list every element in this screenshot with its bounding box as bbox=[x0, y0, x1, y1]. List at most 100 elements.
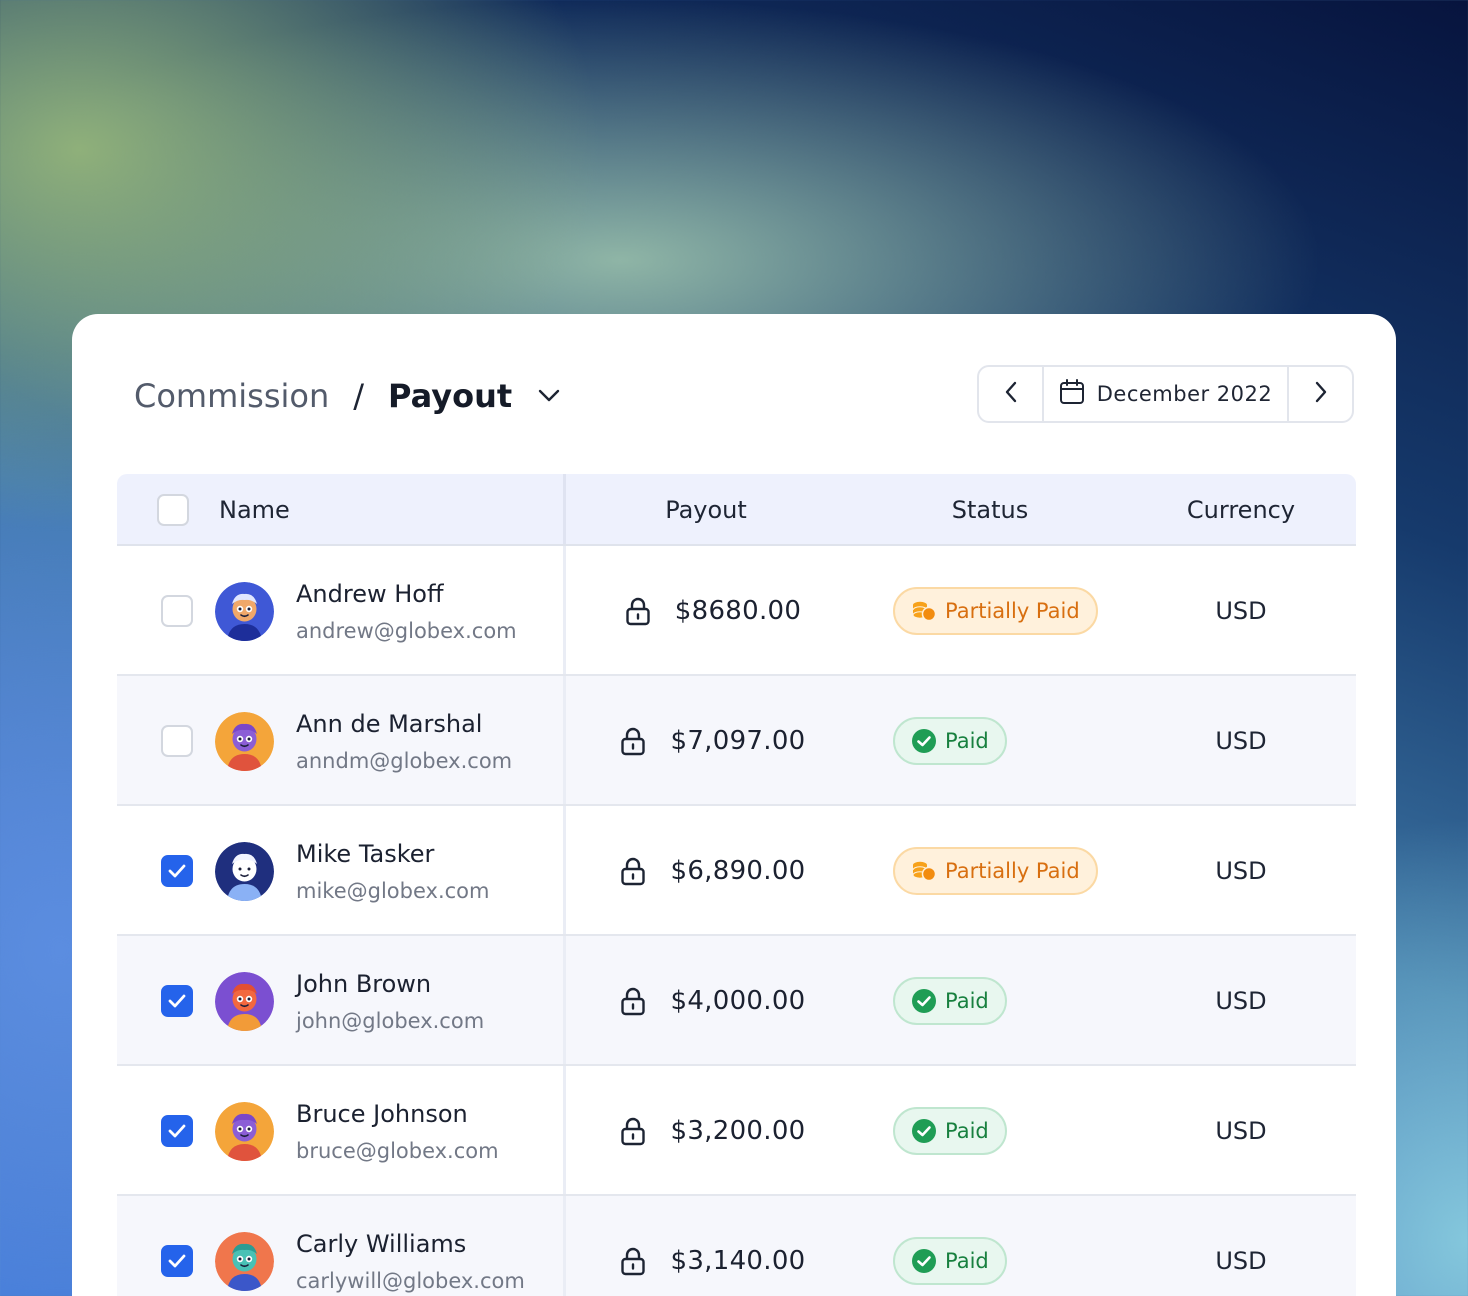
currency-cell: USD bbox=[1215, 1247, 1267, 1275]
breadcrumb-commission[interactable]: Commission bbox=[134, 377, 329, 415]
lock-icon bbox=[620, 1246, 646, 1276]
lock-icon bbox=[620, 986, 646, 1016]
status-badge: Partially Paid bbox=[893, 847, 1098, 895]
person-name[interactable]: Mike Tasker bbox=[296, 840, 434, 868]
check-icon bbox=[168, 1254, 186, 1268]
payout-card: Commission / Payout December 2022 Name P… bbox=[72, 314, 1396, 1296]
payout-amount: $3,140.00 bbox=[670, 1246, 806, 1276]
payout-amount: $6,890.00 bbox=[670, 856, 806, 886]
avatar bbox=[215, 1232, 274, 1291]
avatar bbox=[215, 972, 274, 1031]
row-checkbox[interactable] bbox=[161, 985, 193, 1017]
person-name[interactable]: Ann de Marshal bbox=[296, 710, 482, 738]
prev-month-button[interactable] bbox=[979, 367, 1042, 421]
table-row[interactable]: Andrew Hoff andrew@globex.com $8680.00 Part… bbox=[117, 546, 1356, 676]
status-badge: Paid bbox=[893, 977, 1007, 1025]
breadcrumb-payout: Payout bbox=[388, 377, 513, 415]
next-month-button[interactable] bbox=[1289, 367, 1352, 421]
payout-amount: $8680.00 bbox=[674, 596, 802, 626]
check-icon bbox=[168, 1124, 186, 1138]
payout-table: Name Payout Status Currency Andrew Hoff a… bbox=[117, 474, 1356, 1296]
payout-cell: $7,097.00 bbox=[563, 676, 863, 806]
payout-cell: $4,000.00 bbox=[563, 936, 863, 1066]
column-header-status[interactable]: Status bbox=[893, 474, 1087, 546]
currency-cell: USD bbox=[1215, 857, 1267, 885]
status-label: Partially Paid bbox=[945, 859, 1080, 883]
row-checkbox[interactable] bbox=[161, 1245, 193, 1277]
check-icon bbox=[168, 864, 186, 878]
person-name[interactable]: Carly Williams bbox=[296, 1230, 466, 1258]
currency-cell: USD bbox=[1215, 1117, 1267, 1145]
person-name[interactable]: Bruce Johnson bbox=[296, 1100, 468, 1128]
select-all-checkbox[interactable] bbox=[157, 494, 189, 526]
person-email: andrew@globex.com bbox=[296, 619, 517, 643]
lock-icon bbox=[620, 856, 646, 886]
coins-icon bbox=[911, 860, 937, 882]
row-checkbox[interactable] bbox=[161, 725, 193, 757]
table-row[interactable]: Mike Tasker mike@globex.com $6,890.00 Parti… bbox=[117, 806, 1356, 936]
check-circle-icon bbox=[911, 728, 937, 754]
payout-cell: $3,200.00 bbox=[563, 1066, 863, 1196]
person-email: carlywill@globex.com bbox=[296, 1269, 525, 1293]
lock-icon bbox=[620, 726, 646, 756]
check-icon bbox=[168, 994, 186, 1008]
currency-cell: USD bbox=[1215, 597, 1267, 625]
status-cell: Partially Paid bbox=[893, 806, 1098, 936]
lock-icon bbox=[625, 596, 651, 626]
column-header-payout[interactable]: Payout bbox=[563, 474, 849, 546]
month-navigator: December 2022 bbox=[977, 365, 1354, 423]
person-name[interactable]: Andrew Hoff bbox=[296, 580, 444, 608]
month-picker-button[interactable]: December 2022 bbox=[1042, 367, 1289, 421]
row-checkbox[interactable] bbox=[161, 1115, 193, 1147]
status-label: Paid bbox=[945, 989, 989, 1013]
chevron-right-icon bbox=[1314, 380, 1328, 408]
table-row[interactable]: Carly Williams carlywill@globex.com $3,140… bbox=[117, 1196, 1356, 1296]
column-header-name[interactable]: Name bbox=[219, 474, 290, 546]
avatar bbox=[215, 1102, 274, 1161]
table-row[interactable]: Bruce Johnson bruce@globex.com $3,200.00 Pa… bbox=[117, 1066, 1356, 1196]
status-cell: Partially Paid bbox=[893, 546, 1098, 676]
status-cell: Paid bbox=[893, 676, 1007, 806]
avatar bbox=[215, 842, 274, 901]
person-email: john@globex.com bbox=[296, 1009, 485, 1033]
chevron-left-icon bbox=[1004, 380, 1018, 408]
check-circle-icon bbox=[911, 1118, 937, 1144]
coins-icon bbox=[911, 600, 937, 622]
status-label: Paid bbox=[945, 1119, 989, 1143]
payout-cell: $3,140.00 bbox=[563, 1196, 863, 1296]
payout-amount: $4,000.00 bbox=[670, 986, 806, 1016]
status-label: Partially Paid bbox=[945, 599, 1080, 623]
avatar bbox=[215, 712, 274, 771]
currency-cell: USD bbox=[1215, 987, 1267, 1015]
status-label: Paid bbox=[945, 729, 989, 753]
status-cell: Paid bbox=[893, 1066, 1007, 1196]
person-email: mike@globex.com bbox=[296, 879, 490, 903]
row-checkbox[interactable] bbox=[161, 855, 193, 887]
currency-cell: USD bbox=[1215, 727, 1267, 755]
selected-month: December 2022 bbox=[1096, 382, 1273, 406]
status-cell: Paid bbox=[893, 1196, 1007, 1296]
person-email: anndm@globex.com bbox=[296, 749, 513, 773]
payout-cell: $6,890.00 bbox=[563, 806, 863, 936]
avatar bbox=[215, 582, 274, 641]
table-row[interactable]: John Brown john@globex.com $4,000.00 Paid US… bbox=[117, 936, 1356, 1066]
column-header-currency[interactable]: Currency bbox=[1141, 474, 1341, 546]
breadcrumb: Commission / Payout bbox=[134, 374, 560, 418]
status-cell: Paid bbox=[893, 936, 1007, 1066]
status-badge: Partially Paid bbox=[893, 587, 1098, 635]
status-badge: Paid bbox=[893, 1237, 1007, 1285]
table-row[interactable]: Ann de Marshal anndm@globex.com $7,097.00 P… bbox=[117, 676, 1356, 806]
status-label: Paid bbox=[945, 1249, 989, 1273]
calendar-icon bbox=[1059, 378, 1085, 410]
row-checkbox[interactable] bbox=[161, 595, 193, 627]
person-name[interactable]: John Brown bbox=[296, 970, 431, 998]
table-body: Andrew Hoff andrew@globex.com $8680.00 Part… bbox=[117, 546, 1356, 1296]
check-circle-icon bbox=[911, 988, 937, 1014]
table-header: Name Payout Status Currency bbox=[117, 474, 1356, 546]
lock-icon bbox=[620, 1116, 646, 1146]
payout-amount: $7,097.00 bbox=[670, 726, 806, 756]
payout-cell: $8680.00 bbox=[563, 546, 863, 676]
status-badge: Paid bbox=[893, 717, 1007, 765]
chevron-down-icon[interactable] bbox=[538, 389, 560, 403]
status-badge: Paid bbox=[893, 1107, 1007, 1155]
